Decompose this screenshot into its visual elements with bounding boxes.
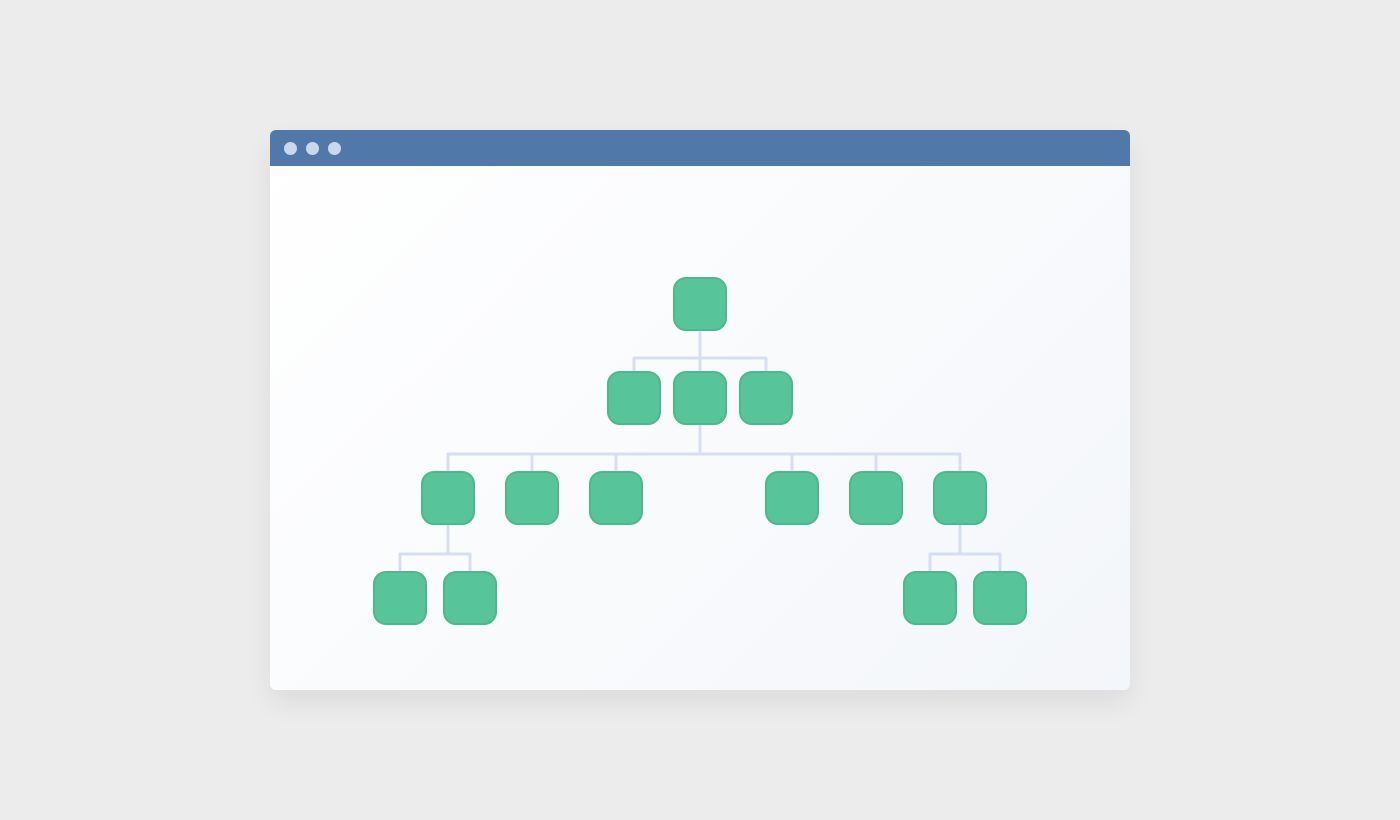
tree-node — [766, 472, 818, 524]
tree-connectors — [400, 326, 1000, 576]
window-control-dot — [284, 142, 297, 155]
tree-node — [934, 472, 986, 524]
tree-node — [422, 472, 474, 524]
tree-node — [608, 372, 660, 424]
window-control-dot — [328, 142, 341, 155]
browser-window — [270, 130, 1130, 690]
tree-node — [740, 372, 792, 424]
tree-node — [674, 372, 726, 424]
tree-node — [904, 572, 956, 624]
window-content — [270, 166, 1130, 690]
tree-node — [974, 572, 1026, 624]
tree-node — [444, 572, 496, 624]
window-titlebar — [270, 130, 1130, 166]
tree-node — [374, 572, 426, 624]
tree-node — [674, 278, 726, 330]
tree-node — [590, 472, 642, 524]
tree-node — [506, 472, 558, 524]
tree-diagram — [270, 166, 1130, 690]
tree-node — [850, 472, 902, 524]
window-control-dot — [306, 142, 319, 155]
